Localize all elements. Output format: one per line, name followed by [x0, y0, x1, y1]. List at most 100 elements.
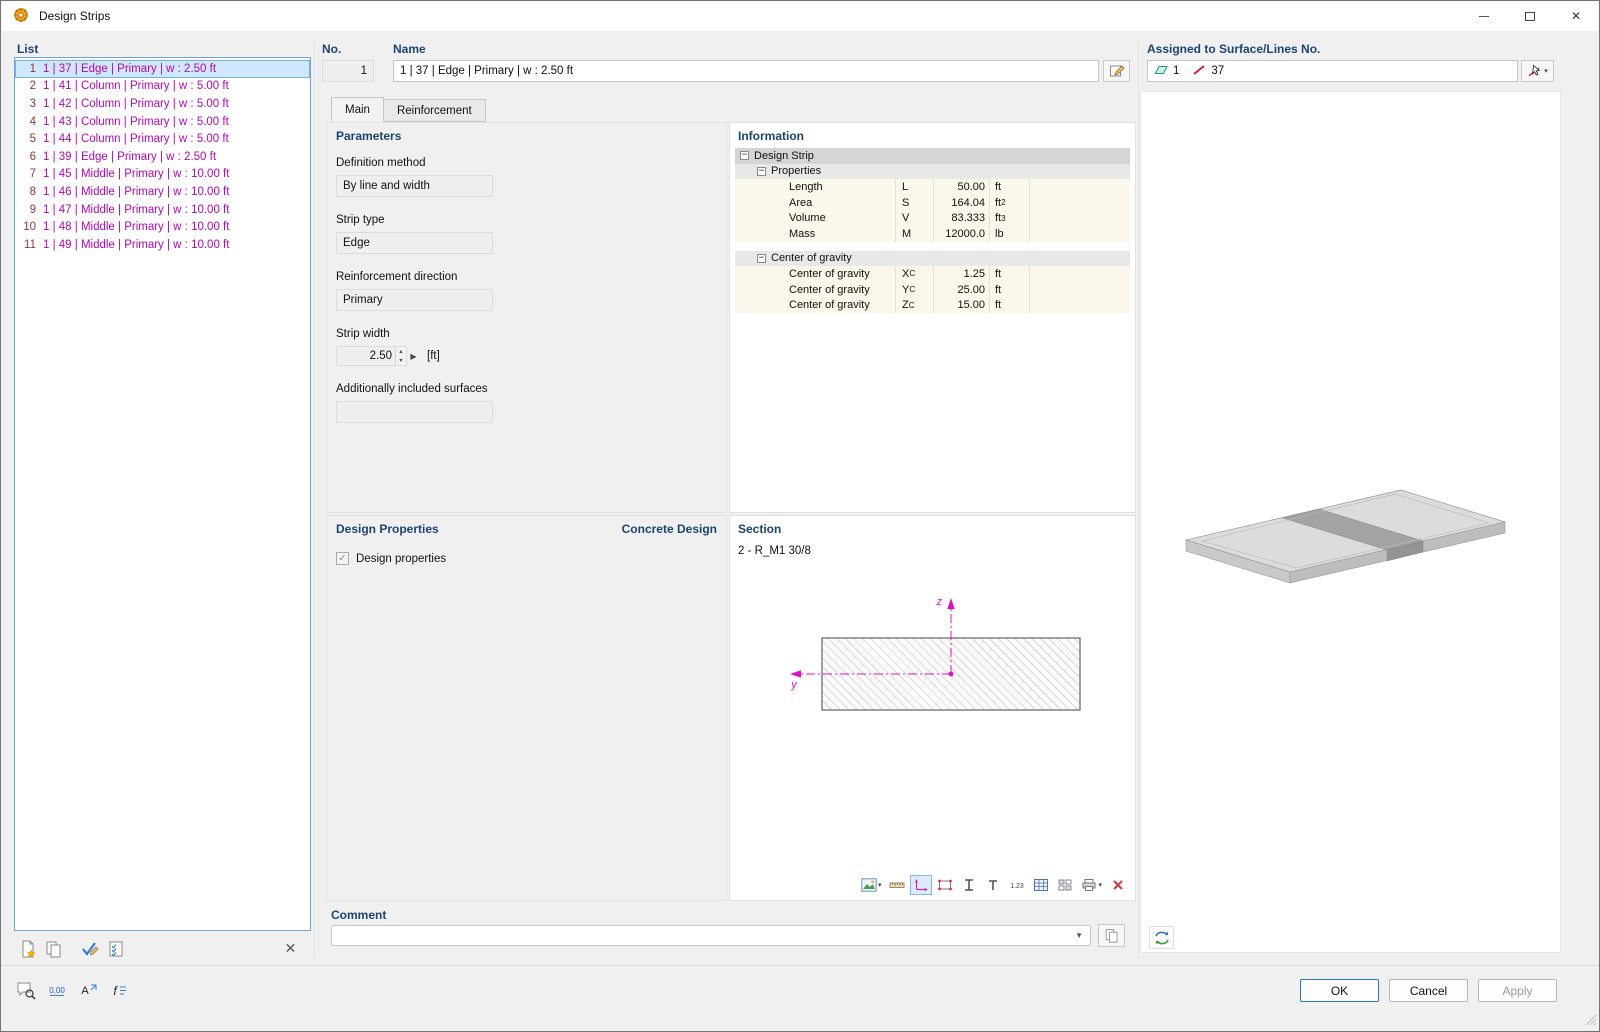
show-values-button[interactable]: 1.23 — [1006, 875, 1028, 895]
dimensions-button[interactable] — [886, 875, 908, 895]
profile-i-button[interactable] — [958, 875, 980, 895]
display-units-button[interactable]: 0,00 — [44, 978, 70, 1002]
information-spacer — [735, 242, 1130, 251]
assigned-line-no: 37 — [1211, 65, 1224, 77]
section-origin-dot — [949, 672, 954, 677]
tab-main[interactable]: Main — [331, 97, 384, 122]
formula-button[interactable]: f — [106, 978, 132, 1002]
list-item-number: 6 — [16, 151, 38, 163]
comment-copy-button[interactable] — [1098, 924, 1125, 947]
strip-width-input[interactable]: 2.50 ▲ ▼ — [336, 346, 407, 366]
information-row: −Center of gravity — [735, 251, 1130, 267]
information-group-label: Properties — [771, 165, 821, 177]
definition-method-field[interactable]: By line and width — [336, 175, 493, 197]
information-row: −Design Strip — [735, 148, 1130, 164]
3d-viewport[interactable] — [1140, 91, 1561, 953]
find-comment-button[interactable] — [13, 978, 39, 1002]
refresh-view-button[interactable] — [1149, 926, 1174, 949]
concrete-design-label: Concrete Design — [622, 522, 717, 536]
values-table-button[interactable] — [1030, 875, 1052, 895]
profile-t-button[interactable] — [982, 875, 1004, 895]
close-button[interactable]: ✕ — [1553, 1, 1599, 31]
design-properties-title: Design Properties — [336, 522, 439, 536]
tab-reinforcement[interactable]: Reinforcement — [384, 99, 486, 122]
minimize-button[interactable] — [1461, 1, 1507, 31]
list-item[interactable]: 11 | 37 | Edge | Primary | w : 2.50 ft — [15, 60, 310, 78]
strip-width-expand-button[interactable]: ▶ — [407, 346, 420, 366]
result-cells-button[interactable] — [1054, 875, 1076, 895]
view-image-button[interactable]: ▾ — [858, 875, 885, 895]
tab-bar: Main Reinforcement — [331, 97, 486, 122]
section-drawing: z y — [736, 572, 1130, 872]
reinforcement-direction-label: Reinforcement direction — [336, 271, 717, 283]
list-item[interactable]: 111 | 49 | Middle | Primary | w : 10.00 … — [15, 236, 310, 254]
collapse-icon[interactable]: − — [757, 167, 766, 176]
ok-button[interactable]: OK — [1300, 979, 1379, 1002]
parameters-panel: Parameters Definition method By line and… — [326, 122, 727, 513]
rename-button[interactable]: A — [75, 978, 101, 1002]
list-item[interactable]: 51 | 44 | Column | Primary | w : 5.00 ft — [15, 130, 310, 148]
delete-strip-button[interactable]: ✕ — [278, 937, 303, 960]
comment-input[interactable]: ▼ — [331, 925, 1091, 946]
design-properties-panel: Design Properties Concrete Design ✓ Desi… — [326, 515, 727, 901]
edit-name-button[interactable] — [1103, 60, 1130, 82]
new-strip-button[interactable] — [15, 937, 41, 961]
reset-view-button[interactable] — [1107, 875, 1129, 895]
parameters-title: Parameters — [336, 129, 717, 143]
list-item-label: 1 | 47 | Middle | Primary | w : 10.00 ft — [43, 204, 229, 216]
additional-surfaces-label: Additionally included surfaces — [336, 383, 717, 395]
design-properties-checkbox[interactable]: ✓ — [336, 552, 349, 565]
cancel-button[interactable]: Cancel — [1389, 979, 1468, 1002]
list-item[interactable]: 81 | 46 | Middle | Primary | w : 10.00 f… — [15, 183, 310, 201]
information-title: Information — [738, 129, 1130, 143]
list-item[interactable]: 61 | 39 | Edge | Primary | w : 2.50 ft — [15, 148, 310, 166]
footer-separator — [1, 965, 1599, 966]
copy-strip-button[interactable] — [41, 937, 67, 961]
list-item-number: 7 — [16, 168, 38, 180]
name-field[interactable]: 1 | 37 | Edge | Primary | w : 2.50 ft — [393, 60, 1099, 82]
assigned-field[interactable]: 1 37 — [1147, 60, 1518, 82]
collapse-icon[interactable]: − — [740, 151, 749, 160]
select-strips-button[interactable] — [103, 937, 129, 961]
information-row: MassM12000.0lb — [735, 226, 1130, 242]
list-item[interactable]: 31 | 42 | Column | Primary | w : 5.00 ft — [15, 95, 310, 113]
list-item-label: 1 | 41 | Column | Primary | w : 5.00 ft — [43, 80, 229, 92]
pick-objects-button[interactable]: ▾ — [1521, 60, 1554, 82]
definition-method-label: Definition method — [336, 157, 717, 169]
strip-width-value: 2.50 — [337, 347, 395, 365]
information-row: Center of gravityXC1.25ft — [735, 266, 1130, 282]
edit-selected-button[interactable] — [77, 937, 103, 961]
additional-surfaces-field[interactable] — [336, 401, 493, 423]
section-axes-button[interactable] — [910, 875, 932, 895]
surface-icon — [1154, 64, 1168, 79]
information-table: −Design Strip−PropertiesLengthL50.00ftAr… — [735, 148, 1130, 313]
stepper-down-icon[interactable]: ▼ — [396, 356, 406, 365]
edge-points-button[interactable] — [934, 875, 956, 895]
list-item[interactable]: 41 | 43 | Column | Primary | w : 5.00 ft — [15, 113, 310, 131]
list-item-number: 11 — [16, 239, 38, 251]
list-item-label: 1 | 37 | Edge | Primary | w : 2.50 ft — [43, 63, 216, 75]
list-item[interactable]: 101 | 48 | Middle | Primary | w : 10.00 … — [15, 218, 310, 236]
svg-text:f: f — [113, 984, 118, 998]
information-group-label: Center of gravity — [771, 252, 852, 264]
titlebar: Design Strips ✕ — [1, 1, 1599, 31]
reinforcement-direction-field[interactable]: Primary — [336, 289, 493, 311]
resize-grip[interactable] — [1585, 1014, 1597, 1029]
list-toolbar — [15, 937, 129, 961]
svg-text:0,00: 0,00 — [49, 986, 65, 995]
apply-button[interactable]: Apply — [1478, 979, 1557, 1002]
information-row: Center of gravityYC25.00ft — [735, 282, 1130, 298]
strip-type-field[interactable]: Edge — [336, 232, 493, 254]
chevron-down-icon[interactable]: ▼ — [1075, 931, 1083, 940]
design-strip-list[interactable]: 11 | 37 | Edge | Primary | w : 2.50 ft21… — [14, 57, 311, 931]
axis-z-arrow — [947, 598, 954, 609]
stepper-up-icon[interactable]: ▲ — [396, 347, 406, 356]
list-item[interactable]: 91 | 47 | Middle | Primary | w : 10.00 f… — [15, 201, 310, 219]
maximize-button[interactable] — [1507, 1, 1553, 31]
svg-text:A: A — [81, 985, 89, 997]
collapse-icon[interactable]: − — [757, 254, 766, 263]
chevron-down-icon: ▾ — [1544, 67, 1548, 75]
print-section-button[interactable]: ▾ — [1078, 875, 1105, 895]
list-item[interactable]: 71 | 45 | Middle | Primary | w : 10.00 f… — [15, 166, 310, 184]
list-item[interactable]: 21 | 41 | Column | Primary | w : 5.00 ft — [15, 78, 310, 96]
